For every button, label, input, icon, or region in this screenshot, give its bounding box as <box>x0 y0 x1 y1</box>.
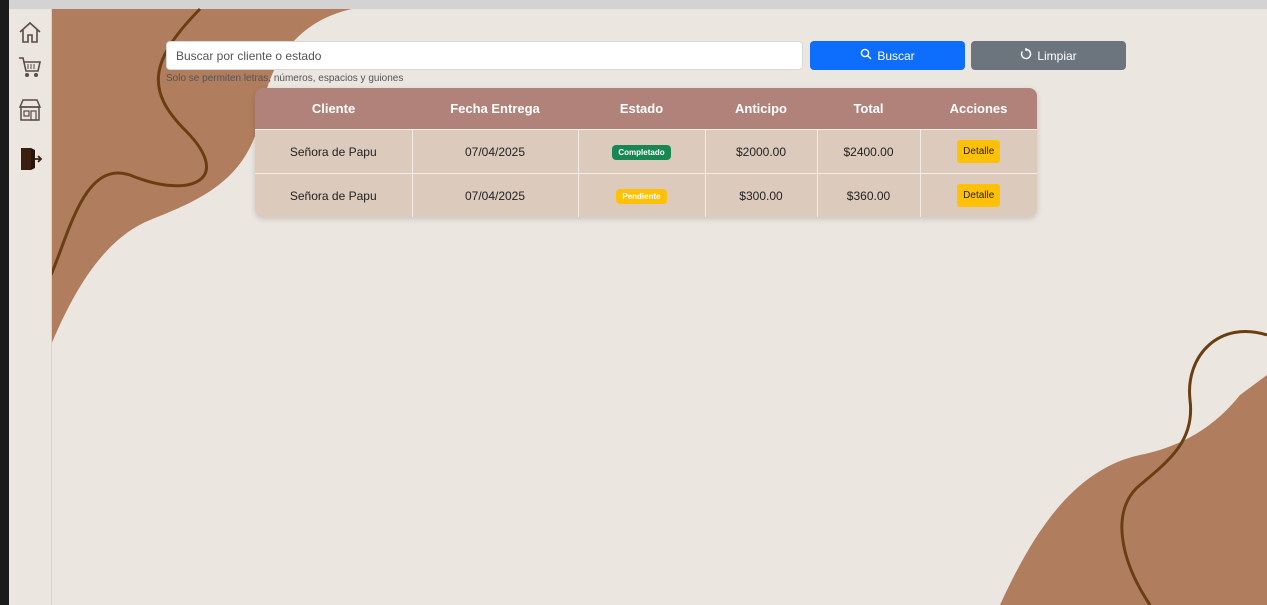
cell-total: $360.00 <box>817 173 921 217</box>
sidebar <box>9 9 52 605</box>
search-input[interactable] <box>166 41 803 70</box>
store-icon[interactable] <box>17 97 43 123</box>
search-icon <box>860 48 872 63</box>
status-badge: Completado <box>612 144 671 160</box>
cell-cliente: Señora de Papu <box>255 129 413 174</box>
cell-acciones: Detalle <box>920 129 1037 174</box>
detail-button[interactable]: Detalle <box>957 184 1001 207</box>
header-acciones: Acciones <box>920 88 1037 130</box>
table-header-row: Cliente Fecha Entrega Estado Anticipo To… <box>255 88 1037 130</box>
header-cliente: Cliente <box>255 88 412 130</box>
table-row: Señora de Papu 07/04/2025 Completado $20… <box>255 129 1037 174</box>
search-button-label: Buscar <box>877 48 915 63</box>
refresh-icon <box>1020 48 1032 63</box>
clear-button[interactable]: Limpiar <box>971 41 1126 70</box>
logout-icon[interactable] <box>17 146 43 172</box>
cart-icon[interactable] <box>17 54 43 80</box>
cell-acciones: Detalle <box>920 173 1037 217</box>
cell-estado: Completado <box>578 129 706 174</box>
cell-total: $2400.00 <box>817 129 921 174</box>
table-row: Señora de Papu 07/04/2025 Pendiente $300… <box>255 173 1037 217</box>
search-button[interactable]: Buscar <box>810 41 965 70</box>
cell-fecha: 07/04/2025 <box>412 129 579 174</box>
clear-button-label: Limpiar <box>1037 48 1077 63</box>
cell-anticipo: $300.00 <box>705 173 818 217</box>
cell-estado: Pendiente <box>578 173 706 217</box>
status-badge: Pendiente <box>616 188 667 204</box>
header-total: Total <box>817 88 920 130</box>
detail-button[interactable]: Detalle <box>957 140 1001 163</box>
cell-anticipo: $2000.00 <box>705 129 818 174</box>
header-anticipo: Anticipo <box>705 88 817 130</box>
home-icon[interactable] <box>17 19 43 45</box>
cell-cliente: Señora de Papu <box>255 173 413 217</box>
cell-fecha: 07/04/2025 <box>412 173 579 217</box>
header-fecha-entrega: Fecha Entrega <box>412 88 578 130</box>
header-estado: Estado <box>578 88 705 130</box>
orders-table: Cliente Fecha Entrega Estado Anticipo To… <box>255 88 1037 217</box>
search-hint: Solo se permiten letras, números, espaci… <box>166 73 404 84</box>
